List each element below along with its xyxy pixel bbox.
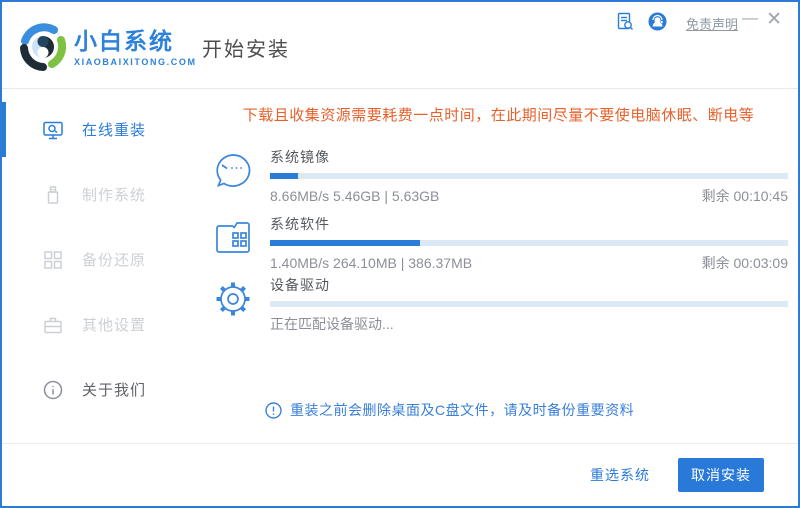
info-icon xyxy=(42,379,64,401)
sidebar-item-online-reinstall[interactable]: 在线重装 xyxy=(2,97,202,162)
brand-block: 小白系统 XIAOBAIXITONG.COM xyxy=(74,28,197,67)
close-button[interactable]: ✕ xyxy=(762,6,786,33)
sidebar-item-label: 备份还原 xyxy=(82,252,147,269)
sidebar-item-label: 制作系统 xyxy=(82,187,147,204)
brand-domain: XIAOBAIXITONG.COM xyxy=(74,57,197,67)
face-icon xyxy=(209,147,257,195)
backup-warning-notice: 重装之前会删除桌面及C盘文件，请及时备份重要资料 xyxy=(265,400,788,420)
gear-icon xyxy=(209,275,257,323)
sidebar-item-make-system[interactable]: 制作系统 xyxy=(2,162,202,227)
sidebar-item-about-us[interactable]: 关于我们 xyxy=(2,357,202,422)
monitor-icon xyxy=(42,119,64,141)
app-window: 小白系统 XIAOBAIXITONG.COM 开始安装 免责声明 — ✕ 在线重… xyxy=(0,0,800,508)
task-speed-size: 8.66MB/s 5.46GB | 5.63GB xyxy=(270,188,440,204)
task-title: 设备驱动 xyxy=(270,277,330,293)
progress-bar-fill xyxy=(270,240,421,246)
sidebar-item-backup-restore[interactable]: 备份还原 xyxy=(2,227,202,292)
task-system-image: 系统镜像 8.66MB/s 5.46GB | 5.63GB 剩余 00:10:4… xyxy=(209,147,788,206)
sidebar: 在线重装 制作系统 备份还原 其他设置 关于我们 xyxy=(2,89,202,443)
sidebar-item-other-settings[interactable]: 其他设置 xyxy=(2,292,202,357)
body: 在线重装 制作系统 备份还原 其他设置 关于我们 下载且收集资源需要耗费一点时间… xyxy=(2,89,798,443)
minimize-button[interactable]: — xyxy=(738,8,762,30)
task-status-text: 正在匹配设备驱动... xyxy=(270,316,394,332)
task-system-software: 系统软件 1.40MB/s 264.10MB | 386.37MB 剩余 00:… xyxy=(209,214,788,273)
main-content: 下载且收集资源需要耗费一点时间，在此期间尽量不要使电脑休眠、断电等 系统镜像 8… xyxy=(202,89,798,443)
task-title: 系统软件 xyxy=(270,216,330,232)
toolbox-icon xyxy=(42,314,64,336)
task-remaining-time: 剩余 00:03:09 xyxy=(701,255,788,271)
task-title: 系统镜像 xyxy=(270,149,330,165)
sidebar-item-label: 关于我们 xyxy=(82,382,147,399)
progress-bar-track xyxy=(270,301,788,307)
task-speed-size: 1.40MB/s 264.10MB | 386.37MB xyxy=(270,255,473,271)
download-tip-text: 下载且收集资源需要耗费一点时间，在此期间尽量不要使电脑休眠、断电等 xyxy=(242,107,755,124)
brand-logo-icon xyxy=(19,23,67,71)
folder-icon xyxy=(209,214,257,262)
backup-blocks-icon xyxy=(42,249,64,271)
sidebar-item-label: 其他设置 xyxy=(82,317,147,334)
usb-icon xyxy=(42,184,64,206)
cancel-install-button[interactable]: 取消安装 xyxy=(678,458,764,492)
progress-bar-fill xyxy=(270,173,299,179)
task-remaining-time: 剩余 00:10:45 xyxy=(701,188,788,204)
header: 小白系统 XIAOBAIXITONG.COM 开始安装 免责声明 — ✕ xyxy=(2,2,798,89)
sidebar-item-label: 在线重装 xyxy=(82,122,147,139)
brand-name: 小白系统 xyxy=(74,28,174,54)
footer: 重选系统 取消安装 xyxy=(2,443,798,506)
customer-service-icon[interactable] xyxy=(648,12,667,31)
notice-text: 重装之前会删除桌面及C盘文件，请及时备份重要资料 xyxy=(290,402,635,418)
page-title: 开始安装 xyxy=(202,39,290,61)
task-device-driver: 设备驱动 正在匹配设备驱动... xyxy=(209,275,788,334)
disclaimer-doc-icon[interactable] xyxy=(616,12,634,31)
progress-bar-track xyxy=(270,240,788,246)
disclaimer-link[interactable]: 免责声明 xyxy=(686,14,738,33)
progress-bar-track xyxy=(270,173,788,179)
warning-info-icon xyxy=(265,401,282,419)
reselect-system-button[interactable]: 重选系统 xyxy=(590,465,650,485)
